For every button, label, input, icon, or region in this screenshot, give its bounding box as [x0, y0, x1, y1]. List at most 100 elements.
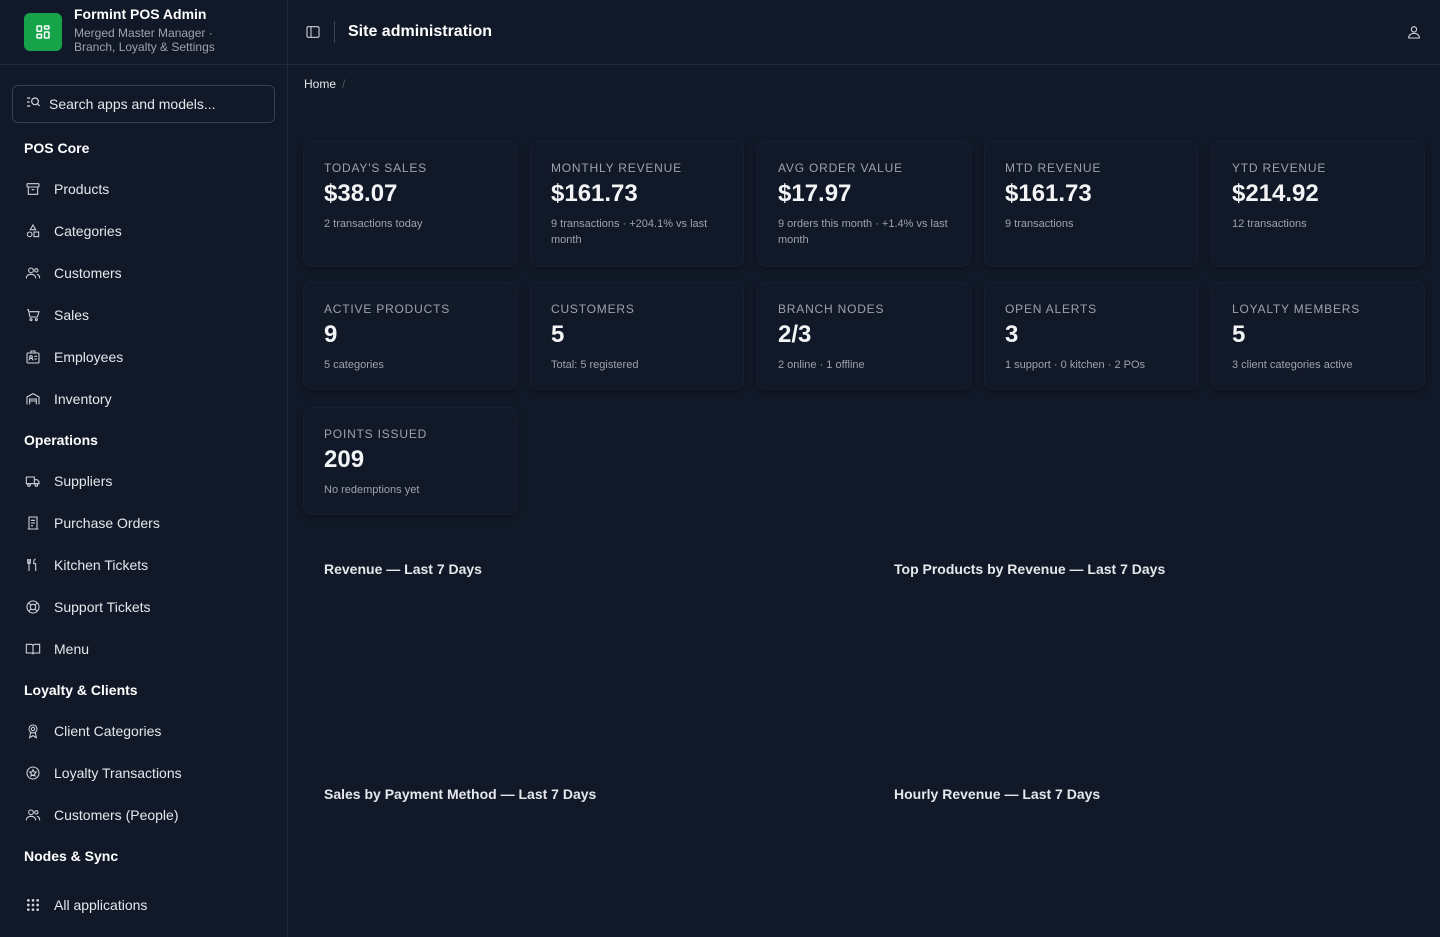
chart-title-hourly-revenue: Hourly Revenue — Last 7 Days — [894, 786, 1101, 802]
stat-label: Customers — [551, 302, 635, 316]
stat-subtext: 1 support · 0 kitchen · 2 POs — [1005, 359, 1146, 371]
sidebar-item-products[interactable]: Products — [0, 168, 288, 210]
sidebar-item-employees[interactable]: Employees — [0, 336, 288, 378]
id-badge-icon — [24, 348, 42, 366]
sidebar-item-categories[interactable]: Categories — [0, 210, 288, 252]
stat-card-todays-sales: Today's Sales $38.07 2 transactions toda… — [304, 142, 516, 266]
sidebar-item-label: Products — [54, 181, 110, 197]
section-title-pos-core: POS Core — [24, 140, 90, 156]
stat-card-branch-nodes: Branch Nodes 2/3 2 online · 1 offline — [758, 283, 970, 389]
sidebar-item-loyalty-transactions[interactable]: Loyalty Transactions — [0, 752, 288, 794]
sidebar: Formint POS Admin Merged Master Manager … — [0, 0, 288, 937]
sidebar-item-kitchen-tickets[interactable]: Kitchen Tickets — [0, 544, 288, 586]
stat-label: MTD Revenue — [1005, 161, 1102, 175]
stat-value: 5 — [1232, 321, 1246, 348]
sidebar-item-label: Client Categories — [54, 723, 162, 739]
stat-subtext: 9 transactions · +204.1% vs last month — [551, 218, 708, 246]
search-box[interactable] — [12, 85, 275, 123]
stat-label: Open Alerts — [1005, 302, 1097, 316]
stat-card-avg-order-value: Avg Order Value $17.97 9 orders this mon… — [758, 142, 970, 266]
stat-subtext: 9 orders this month · +1.4% vs last mont… — [778, 218, 948, 246]
breadcrumb-separator: / — [342, 77, 346, 91]
utensils-icon — [24, 556, 42, 574]
truck-icon — [24, 472, 42, 490]
stat-card-customers: Customers 5 Total: 5 registered — [531, 283, 743, 389]
warehouse-icon — [24, 390, 42, 408]
dashboard-grid-icon — [24, 13, 62, 51]
sidebar-item-label: Customers — [54, 265, 122, 281]
search-icon — [25, 94, 41, 115]
stat-card-open-alerts: Open Alerts 3 1 support · 0 kitchen · 2 … — [985, 283, 1197, 389]
sidebar-item-label: Categories — [54, 223, 122, 239]
sidebar-item-label: Purchase Orders — [54, 515, 160, 531]
stat-value: 5 — [551, 321, 565, 348]
chart-title-revenue: Revenue — Last 7 Days — [324, 561, 482, 577]
section-title-operations: Operations — [24, 432, 98, 448]
users-icon — [24, 806, 42, 824]
stat-card-points-issued: Points Issued 209 No redemptions yet — [304, 408, 516, 514]
sidebar-item-label: Customers (People) — [54, 807, 179, 823]
sidebar-nav: POS Core Products Categories Customers S… — [0, 128, 288, 876]
stat-value: $161.73 — [551, 180, 638, 207]
stat-value: 9 — [324, 321, 338, 348]
brand-header[interactable]: Formint POS Admin Merged Master Manager … — [0, 0, 287, 65]
stat-label: Today's Sales — [324, 161, 427, 175]
sidebar-item-inventory[interactable]: Inventory — [0, 378, 288, 420]
stat-label: Points Issued — [324, 427, 428, 441]
stat-card-monthly-revenue: Monthly Revenue $161.73 9 transactions ·… — [531, 142, 743, 266]
stat-label: Branch Nodes — [778, 302, 885, 316]
stat-label: Avg Order Value — [778, 161, 903, 175]
sidebar-item-label: Sales — [54, 307, 90, 323]
stat-label: Loyalty Members — [1232, 302, 1361, 316]
brand-title: Formint POS Admin — [74, 5, 207, 22]
stat-value: $38.07 — [324, 180, 398, 207]
sidebar-item-label: Loyalty Transactions — [54, 765, 182, 781]
archive-box-icon — [24, 180, 42, 198]
header-divider — [334, 21, 335, 43]
sidebar-item-all-applications[interactable]: All applications — [0, 884, 288, 926]
stat-subtext: No redemptions yet — [324, 484, 420, 496]
stat-subtext: 9 transactions — [1005, 218, 1074, 230]
sidebar-item-label: All applications — [54, 897, 148, 913]
sidebar-item-suppliers[interactable]: Suppliers — [0, 460, 288, 502]
top-bar: Site administration — [288, 0, 1440, 65]
sidebar-item-menu[interactable]: Menu — [0, 628, 288, 670]
stat-subtext: 5 categories — [324, 359, 384, 371]
page-title: Site administration — [348, 23, 493, 40]
chart-title-payment-methods: Sales by Payment Method — Last 7 Days — [324, 786, 597, 802]
stat-label: Active Products — [324, 302, 451, 316]
sidebar-item-client-categories[interactable]: Client Categories — [0, 710, 288, 752]
section-title-nodes-sync: Nodes & Sync — [24, 848, 119, 864]
search-input[interactable] — [49, 96, 269, 112]
sidebar-item-label: Menu — [54, 641, 90, 657]
sidebar-toggle-icon[interactable] — [305, 24, 321, 40]
sidebar-item-label: Suppliers — [54, 473, 113, 489]
brand-subtitle: Merged Master Manager · Branch, Loyalty … — [74, 25, 215, 54]
life-ring-icon — [24, 598, 42, 616]
sidebar-item-purchase-orders[interactable]: Purchase Orders — [0, 502, 288, 544]
stat-value: 209 — [324, 446, 365, 473]
breadcrumb: Home / — [304, 77, 345, 91]
sidebar-item-customers-people[interactable]: Customers (People) — [0, 794, 288, 836]
stat-subtext: 2 transactions today — [324, 218, 423, 230]
stat-card-active-products: Active Products 9 5 categories — [304, 283, 516, 389]
sidebar-item-support-tickets[interactable]: Support Tickets — [0, 586, 288, 628]
users-icon — [24, 264, 42, 282]
stat-value: $17.97 — [778, 180, 852, 207]
user-icon[interactable] — [1406, 24, 1422, 40]
star-circle-icon — [24, 764, 42, 782]
stat-card-mtd-revenue: MTD Revenue $161.73 9 transactions — [985, 142, 1197, 266]
stat-card-ytd-revenue: YTD Revenue $214.92 12 transactions — [1212, 142, 1424, 266]
section-title-loyalty-clients: Loyalty & Clients — [24, 682, 138, 698]
breadcrumb-home[interactable]: Home — [304, 77, 336, 91]
shopping-cart-icon — [24, 306, 42, 324]
sidebar-item-sales[interactable]: Sales — [0, 294, 288, 336]
stat-value: 3 — [1005, 321, 1019, 348]
stat-subtext: Total: 5 registered — [551, 359, 639, 371]
receipt-icon — [24, 514, 42, 532]
stat-value: $214.92 — [1232, 180, 1319, 207]
stat-subtext: 2 online · 1 offline — [778, 359, 865, 371]
chart-title-top-products: Top Products by Revenue — Last 7 Days — [894, 561, 1166, 577]
book-open-icon — [24, 640, 42, 658]
sidebar-item-customers[interactable]: Customers — [0, 252, 288, 294]
